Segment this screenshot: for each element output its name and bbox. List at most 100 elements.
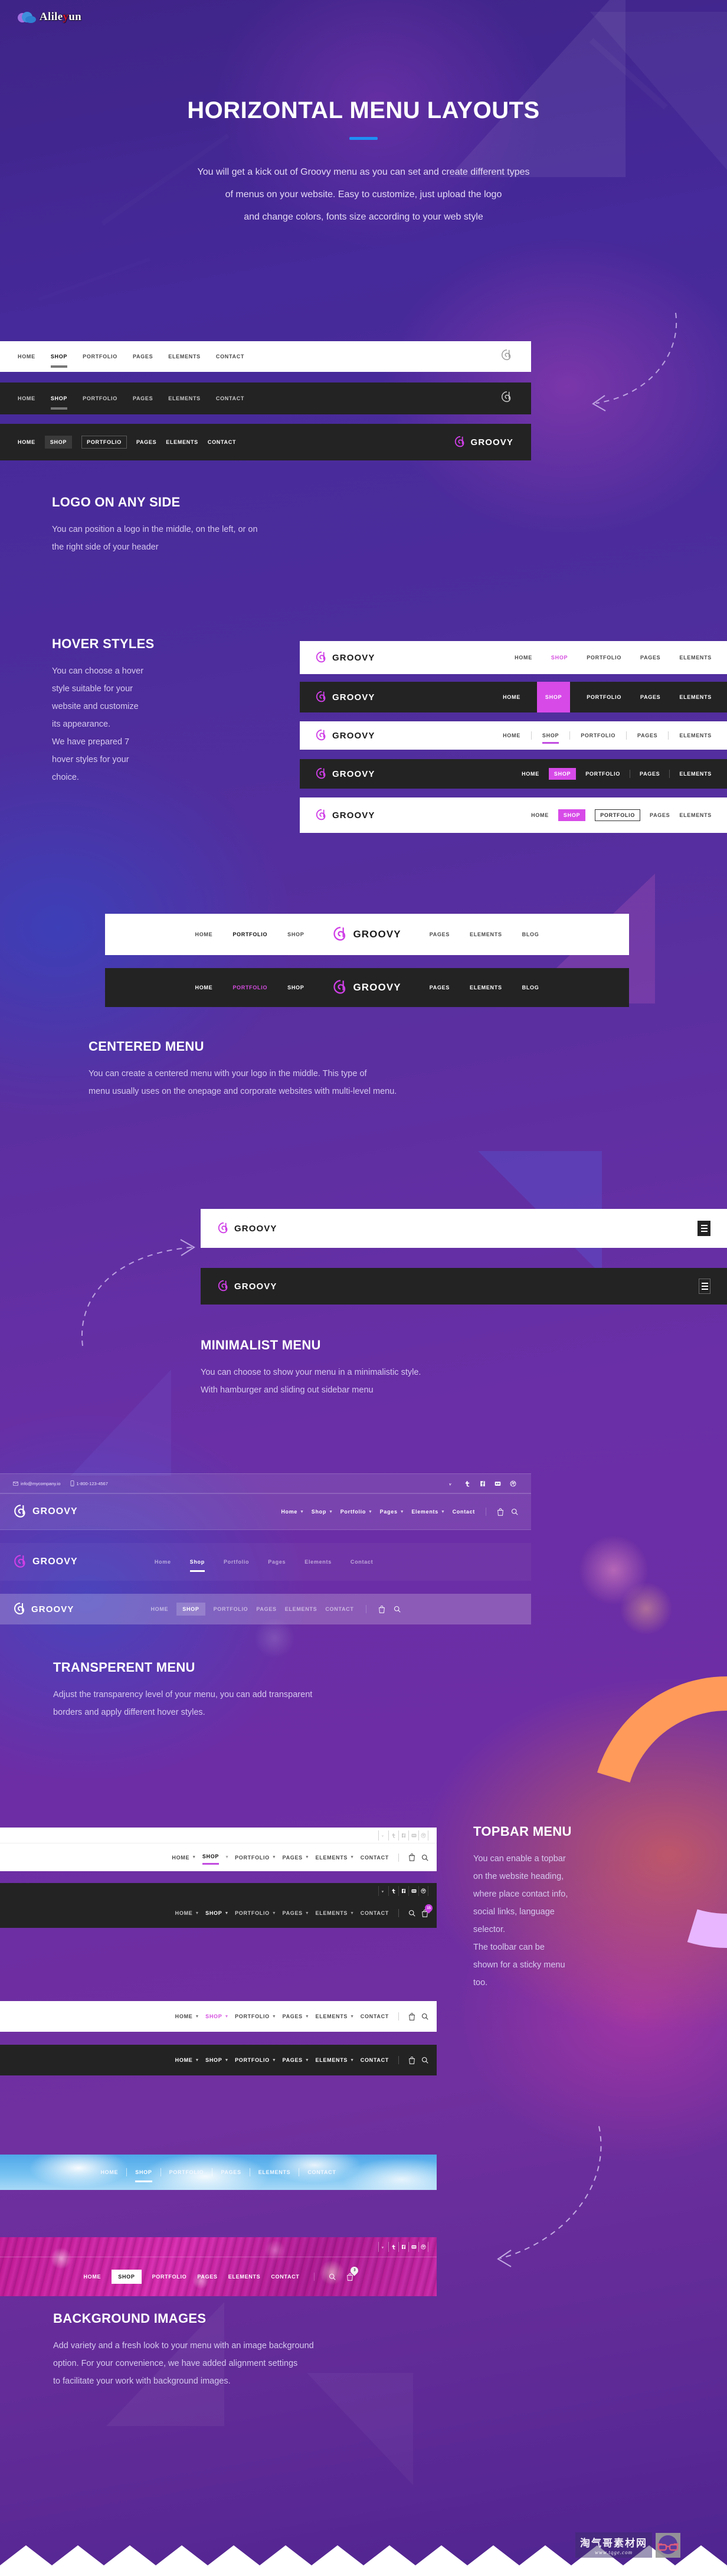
nav-item-pages[interactable]: PAGES ▼ xyxy=(283,1910,310,1916)
logo-side-bar-dark-chips[interactable]: HOME SHOP PORTFOLIO PAGES ELEMENTS CONTA… xyxy=(0,424,531,460)
nav-list[interactable]: HOME SHOP PORTFOLIO PAGES ELEMENTS xyxy=(515,655,712,661)
nav-item-contact[interactable]: Contact xyxy=(453,1509,475,1515)
nav-item-pages[interactable]: PAGES ▼ xyxy=(283,2057,310,2063)
nav-item-shop[interactable]: SHOP xyxy=(548,768,577,780)
nav-item-pages[interactable]: PAGES xyxy=(133,354,153,359)
tumblr-icon[interactable] xyxy=(388,2242,398,2252)
nav-item-pages[interactable]: PAGES xyxy=(133,395,153,401)
nav-item-elements[interactable]: ELEMENTS xyxy=(228,2274,261,2280)
brand-logo[interactable]: GROOVY xyxy=(13,1602,74,1616)
topbar-menu-dark-badge[interactable]: HOME ▼ SHOP ▼ PORTFOLIO ▼ PAGES ▼ ELEMENTS ▼ … xyxy=(0,1898,437,1928)
nav-item-portfolio[interactable]: PORTFOLIO xyxy=(232,985,267,990)
nav-item-home[interactable]: HOME ▼ xyxy=(175,1910,199,1916)
nav-item-pages[interactable]: Pages xyxy=(268,1559,286,1565)
search-icon[interactable] xyxy=(511,1508,518,1515)
nav-item-portfolio[interactable]: PORTFOLIO xyxy=(581,733,615,738)
nav-list-right[interactable]: PAGES ELEMENTS BLOG xyxy=(430,931,539,937)
cart-icon[interactable]: 3 xyxy=(346,2264,360,2281)
nav-item-elements[interactable]: ELEMENTS ▼ xyxy=(316,1855,355,1861)
facebook-icon[interactable] xyxy=(477,1479,487,1489)
nav-item-shop[interactable]: SHOP xyxy=(551,655,568,661)
brand-logo[interactable]: GROOVY xyxy=(332,926,401,943)
nav-item-elements[interactable]: ELEMENTS xyxy=(258,2169,291,2175)
nav-item-shop[interactable]: SHOP ▼ xyxy=(205,1910,229,1916)
logo-side-bar-white[interactable]: HOME SHOP PORTFOLIO PAGES ELEMENTS CONTA… xyxy=(0,341,531,372)
nav-item-home[interactable]: HOME ▼ xyxy=(172,1855,196,1861)
nav-item-elements[interactable]: ELEMENTS xyxy=(679,655,712,661)
hover-bar-underline[interactable]: GROOVY HOME SHOP PORTFOLIO PAGES ELEMENT… xyxy=(300,721,727,750)
nav-item-home[interactable]: HOME xyxy=(503,694,520,700)
nav-item-home[interactable]: Home xyxy=(155,1559,171,1565)
nav-item-contact[interactable]: CONTACT xyxy=(361,1910,389,1916)
nav-item-contact[interactable]: CONTACT xyxy=(361,1855,389,1861)
nav-list[interactable]: HOME SHOP PORTFOLIO PAGES ELEMENTS CONTA… xyxy=(150,1603,401,1616)
nav-item-elements[interactable]: Elements xyxy=(304,1559,332,1565)
nav-item-elements[interactable]: Elements ▼ xyxy=(411,1509,445,1515)
brand-logo[interactable]: GROOVY xyxy=(13,1554,78,1570)
transparent-topbar[interactable]: info@mycompany.io 1-800-123-4567 v xyxy=(0,1473,531,1493)
nav-item-contact[interactable]: CONTACT xyxy=(361,2013,389,2019)
transparent-bar-lighter[interactable]: GROOVY Home Shop Portfolio Pages Element… xyxy=(0,1543,531,1581)
flickr-icon[interactable] xyxy=(408,2242,418,2252)
nav-item-elements[interactable]: ELEMENTS ▼ xyxy=(316,2057,355,2063)
nav-item-portfolio[interactable]: PORTFOLIO ▼ xyxy=(235,2013,276,2019)
nav-item-shop[interactable]: SHOP xyxy=(135,2169,152,2182)
nav-item-pages[interactable]: Pages ▼ xyxy=(380,1509,405,1515)
social-links[interactable]: v xyxy=(378,1830,428,1841)
nav-list[interactable]: HOME ▼ SHOP ▼ PORTFOLIO ▼ PAGES ▼ ELEMENTS ▼… xyxy=(172,1853,428,1865)
nav-list[interactable]: HOME ▼ SHOP ▼ PORTFOLIO ▼ PAGES ▼ ELEMENTS ▼ … xyxy=(175,2012,428,2021)
nav-item-shop[interactable]: SHOP ▼ xyxy=(205,2013,229,2019)
search-icon[interactable] xyxy=(421,1854,428,1861)
brand-logo[interactable]: GROOVY xyxy=(315,651,375,664)
tumblr-icon[interactable] xyxy=(462,1479,472,1489)
nav-item-home[interactable]: HOME xyxy=(150,1606,168,1612)
nav-item-home[interactable]: HOME xyxy=(531,812,549,818)
nav-item-portfolio[interactable]: PORTFOLIO ▼ xyxy=(235,1855,276,1861)
nav-list[interactable]: HOME ▼ SHOP ▼ PORTFOLIO ▼ PAGES ▼ ELEMENTS ▼ … xyxy=(175,2056,428,2064)
nav-item-elements[interactable]: ELEMENTS ▼ xyxy=(316,2013,355,2019)
facebook-icon[interactable] xyxy=(398,1830,408,1841)
nav-list-right[interactable]: PAGES ELEMENTS BLOG xyxy=(430,985,539,990)
brand-logo[interactable]: GROOVY xyxy=(315,691,375,704)
nav-item-portfolio[interactable]: PORTFOLIO xyxy=(83,354,117,359)
nav-item-elements[interactable]: ELEMENTS xyxy=(679,812,712,818)
brand-logo[interactable]: GROOVY xyxy=(315,809,375,822)
nav-item-portfolio[interactable]: PORTFOLIO xyxy=(214,1606,248,1612)
nav-item-portfolio[interactable]: PORTFOLIO xyxy=(232,931,267,937)
bg-image-menu-sky[interactable]: HOME SHOP PORTFOLIO PAGES ELEMENTS CONTA… xyxy=(0,2155,437,2190)
nav-item-home[interactable]: HOME xyxy=(515,655,532,661)
nav-item-shop[interactable]: Shop ▼ xyxy=(312,1509,333,1515)
nav-item-contact[interactable]: Contact xyxy=(351,1559,373,1565)
social-links[interactable]: v xyxy=(378,1885,428,1896)
nav-list[interactable]: HOME SHOP PORTFOLIO PAGES ELEMENTS xyxy=(503,682,712,712)
nav-item-contact[interactable]: CONTACT xyxy=(208,439,236,445)
flickr-icon[interactable] xyxy=(408,1830,418,1841)
nav-item-portfolio[interactable]: PORTFOLIO xyxy=(587,655,621,661)
brand-logo-mark[interactable] xyxy=(500,391,513,407)
nav-item-portfolio[interactable]: PORTFOLIO xyxy=(585,771,620,777)
nav-item-pages[interactable]: PAGES xyxy=(197,2274,217,2280)
nav-item-elements[interactable]: ELEMENTS xyxy=(470,931,502,937)
nav-item-home[interactable]: HOME xyxy=(522,771,539,777)
nav-item-shop[interactable]: SHOP xyxy=(50,395,68,410)
cart-icon[interactable] xyxy=(408,2056,415,2064)
dribbble-icon[interactable] xyxy=(418,2242,428,2252)
nav-item-home[interactable]: Home ▼ xyxy=(281,1509,304,1515)
brand-logo[interactable]: GROOVY xyxy=(332,979,401,996)
nav-item-shop[interactable]: SHOP xyxy=(176,1603,205,1616)
brand-logo[interactable]: GROOVY xyxy=(315,767,375,780)
flickr-icon[interactable] xyxy=(493,1479,503,1489)
brand-logo[interactable]: GROOVY xyxy=(315,729,375,742)
nav-item-home[interactable]: HOME xyxy=(195,985,213,990)
nav-list[interactable]: HOME SHOP PORTFOLIO PAGES ELEMENTS CONTA… xyxy=(18,354,244,368)
centered-bar-dark[interactable]: HOME PORTFOLIO SHOP GROOVY PAGES ELEMENT… xyxy=(105,968,629,1007)
nav-item-pages[interactable]: PAGES xyxy=(640,771,660,777)
nav-item-home[interactable]: HOME xyxy=(100,2169,118,2175)
hamburger-icon[interactable] xyxy=(697,1221,710,1236)
contact-phone[interactable]: 1-800-123-4567 xyxy=(70,1480,108,1486)
nav-item-pages[interactable]: PAGES xyxy=(136,439,156,445)
nav-item-shop[interactable]: SHOP xyxy=(202,1853,220,1865)
cart-icon[interactable] xyxy=(408,2012,415,2021)
nav-item-elements[interactable]: ELEMENTS xyxy=(679,733,712,738)
cart-icon[interactable] xyxy=(408,1853,415,1861)
